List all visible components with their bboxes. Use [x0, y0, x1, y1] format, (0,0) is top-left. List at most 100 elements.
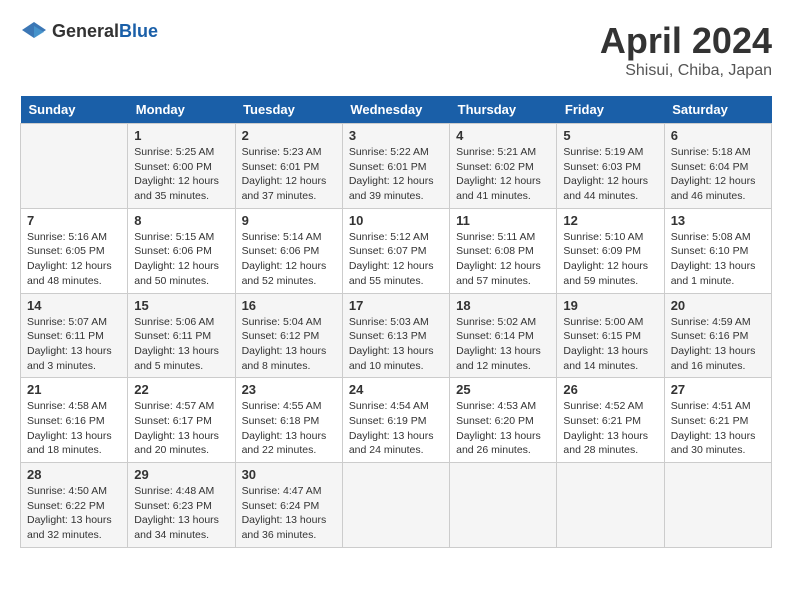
calendar-cell [450, 463, 557, 548]
header-wednesday: Wednesday [342, 96, 449, 124]
day-info: Sunrise: 5:07 AM Sunset: 6:11 PM Dayligh… [27, 315, 121, 374]
day-number: 27 [671, 382, 765, 397]
calendar-cell: 7 Sunrise: 5:16 AM Sunset: 6:05 PM Daylig… [21, 208, 128, 293]
calendar-cell [342, 463, 449, 548]
page-header: GeneralBlue April 2024 Shisui, Chiba, Ja… [20, 20, 772, 80]
calendar-cell: 4 Sunrise: 5:21 AM Sunset: 6:02 PM Daylig… [450, 124, 557, 209]
day-number: 26 [563, 382, 657, 397]
day-info: Sunrise: 5:14 AM Sunset: 6:06 PM Dayligh… [242, 230, 336, 289]
day-number: 17 [349, 298, 443, 313]
header-thursday: Thursday [450, 96, 557, 124]
day-number: 13 [671, 213, 765, 228]
logo-icon [20, 20, 48, 42]
day-info: Sunrise: 4:48 AM Sunset: 6:23 PM Dayligh… [134, 484, 228, 543]
day-info: Sunrise: 4:59 AM Sunset: 6:16 PM Dayligh… [671, 315, 765, 374]
calendar-cell: 27 Sunrise: 4:51 AM Sunset: 6:21 PM Dayli… [664, 378, 771, 463]
header-tuesday: Tuesday [235, 96, 342, 124]
day-number: 25 [456, 382, 550, 397]
logo-blue: Blue [119, 21, 158, 41]
calendar-cell: 18 Sunrise: 5:02 AM Sunset: 6:14 PM Dayli… [450, 293, 557, 378]
day-number: 6 [671, 128, 765, 143]
day-info: Sunrise: 4:51 AM Sunset: 6:21 PM Dayligh… [671, 399, 765, 458]
day-number: 9 [242, 213, 336, 228]
month-title: April 2024 [600, 20, 772, 62]
calendar-cell: 19Sunrise: 5:00 AM Sunset: 6:15 PM Dayli… [557, 293, 664, 378]
calendar-cell: 21Sunrise: 4:58 AM Sunset: 6:16 PM Dayli… [21, 378, 128, 463]
location-title: Shisui, Chiba, Japan [600, 62, 772, 80]
calendar-cell: 5 Sunrise: 5:19 AM Sunset: 6:03 PM Daylig… [557, 124, 664, 209]
day-number: 21 [27, 382, 121, 397]
calendar-cell: 20 Sunrise: 4:59 AM Sunset: 6:16 PM Dayli… [664, 293, 771, 378]
day-number: 2 [242, 128, 336, 143]
day-number: 20 [671, 298, 765, 313]
header-sunday: Sunday [21, 96, 128, 124]
day-number: 30 [242, 467, 336, 482]
calendar-cell: 8 Sunrise: 5:15 AM Sunset: 6:06 PM Daylig… [128, 208, 235, 293]
calendar-cell: 28 Sunrise: 4:50 AM Sunset: 6:22 PM Dayli… [21, 463, 128, 548]
day-info: Sunrise: 5:25 AM Sunset: 6:00 PM Dayligh… [134, 145, 228, 204]
day-info: Sunrise: 5:00 AM Sunset: 6:15 PM Dayligh… [563, 315, 657, 374]
day-info: Sunrise: 5:02 AM Sunset: 6:14 PM Dayligh… [456, 315, 550, 374]
day-info: Sunrise: 5:11 AM Sunset: 6:08 PM Dayligh… [456, 230, 550, 289]
week-row-2: 7 Sunrise: 5:16 AM Sunset: 6:05 PM Daylig… [21, 208, 772, 293]
logo: GeneralBlue [20, 20, 158, 42]
day-number: 12 [563, 213, 657, 228]
day-info: Sunrise: 4:54 AM Sunset: 6:19 PM Dayligh… [349, 399, 443, 458]
day-info: Sunrise: 4:53 AM Sunset: 6:20 PM Dayligh… [456, 399, 550, 458]
title-block: April 2024 Shisui, Chiba, Japan [600, 20, 772, 80]
calendar-cell: 15Sunrise: 5:06 AM Sunset: 6:11 PM Dayli… [128, 293, 235, 378]
day-number: 22 [134, 382, 228, 397]
week-row-3: 14 Sunrise: 5:07 AM Sunset: 6:11 PM Dayli… [21, 293, 772, 378]
day-info: Sunrise: 5:03 AM Sunset: 6:13 PM Dayligh… [349, 315, 443, 374]
day-number: 24 [349, 382, 443, 397]
calendar-cell: 9 Sunrise: 5:14 AM Sunset: 6:06 PM Daylig… [235, 208, 342, 293]
header-friday: Friday [557, 96, 664, 124]
calendar-cell [664, 463, 771, 548]
calendar-cell: 22Sunrise: 4:57 AM Sunset: 6:17 PM Dayli… [128, 378, 235, 463]
day-number: 7 [27, 213, 121, 228]
day-info: Sunrise: 4:50 AM Sunset: 6:22 PM Dayligh… [27, 484, 121, 543]
day-info: Sunrise: 5:10 AM Sunset: 6:09 PM Dayligh… [563, 230, 657, 289]
day-info: Sunrise: 5:15 AM Sunset: 6:06 PM Dayligh… [134, 230, 228, 289]
day-info: Sunrise: 5:06 AM Sunset: 6:11 PM Dayligh… [134, 315, 228, 374]
day-info: Sunrise: 5:16 AM Sunset: 6:05 PM Dayligh… [27, 230, 121, 289]
calendar-cell [21, 124, 128, 209]
day-info: Sunrise: 5:18 AM Sunset: 6:04 PM Dayligh… [671, 145, 765, 204]
calendar-cell: 3 Sunrise: 5:22 AM Sunset: 6:01 PM Daylig… [342, 124, 449, 209]
calendar-cell: 29 Sunrise: 4:48 AM Sunset: 6:23 PM Dayli… [128, 463, 235, 548]
day-number: 28 [27, 467, 121, 482]
day-number: 18 [456, 298, 550, 313]
calendar-cell: 12 Sunrise: 5:10 AM Sunset: 6:09 PM Dayli… [557, 208, 664, 293]
calendar-cell: 13 Sunrise: 5:08 AM Sunset: 6:10 PM Dayli… [664, 208, 771, 293]
day-info: Sunrise: 4:47 AM Sunset: 6:24 PM Dayligh… [242, 484, 336, 543]
day-number: 29 [134, 467, 228, 482]
day-number: 14 [27, 298, 121, 313]
day-info: Sunrise: 4:55 AM Sunset: 6:18 PM Dayligh… [242, 399, 336, 458]
day-number: 3 [349, 128, 443, 143]
calendar-cell: 26 Sunrise: 4:52 AM Sunset: 6:21 PM Dayli… [557, 378, 664, 463]
calendar-cell [557, 463, 664, 548]
day-number: 8 [134, 213, 228, 228]
day-info: Sunrise: 5:19 AM Sunset: 6:03 PM Dayligh… [563, 145, 657, 204]
day-number: 16 [242, 298, 336, 313]
day-info: Sunrise: 5:04 AM Sunset: 6:12 PM Dayligh… [242, 315, 336, 374]
calendar-cell: 2Sunrise: 5:23 AM Sunset: 6:01 PM Daylig… [235, 124, 342, 209]
calendar-cell: 11 Sunrise: 5:11 AM Sunset: 6:08 PM Dayli… [450, 208, 557, 293]
day-info: Sunrise: 5:21 AM Sunset: 6:02 PM Dayligh… [456, 145, 550, 204]
day-number: 11 [456, 213, 550, 228]
calendar-cell: 23Sunrise: 4:55 AM Sunset: 6:18 PM Dayli… [235, 378, 342, 463]
day-number: 4 [456, 128, 550, 143]
header-saturday: Saturday [664, 96, 771, 124]
day-info: Sunrise: 4:52 AM Sunset: 6:21 PM Dayligh… [563, 399, 657, 458]
week-row-4: 21Sunrise: 4:58 AM Sunset: 6:16 PM Dayli… [21, 378, 772, 463]
day-info: Sunrise: 5:22 AM Sunset: 6:01 PM Dayligh… [349, 145, 443, 204]
day-number: 5 [563, 128, 657, 143]
week-row-5: 28 Sunrise: 4:50 AM Sunset: 6:22 PM Dayli… [21, 463, 772, 548]
calendar-cell: 17 Sunrise: 5:03 AM Sunset: 6:13 PM Dayli… [342, 293, 449, 378]
day-info: Sunrise: 5:08 AM Sunset: 6:10 PM Dayligh… [671, 230, 765, 289]
day-number: 10 [349, 213, 443, 228]
day-info: Sunrise: 5:12 AM Sunset: 6:07 PM Dayligh… [349, 230, 443, 289]
header-monday: Monday [128, 96, 235, 124]
calendar-cell: 16 Sunrise: 5:04 AM Sunset: 6:12 PM Dayli… [235, 293, 342, 378]
day-number: 1 [134, 128, 228, 143]
